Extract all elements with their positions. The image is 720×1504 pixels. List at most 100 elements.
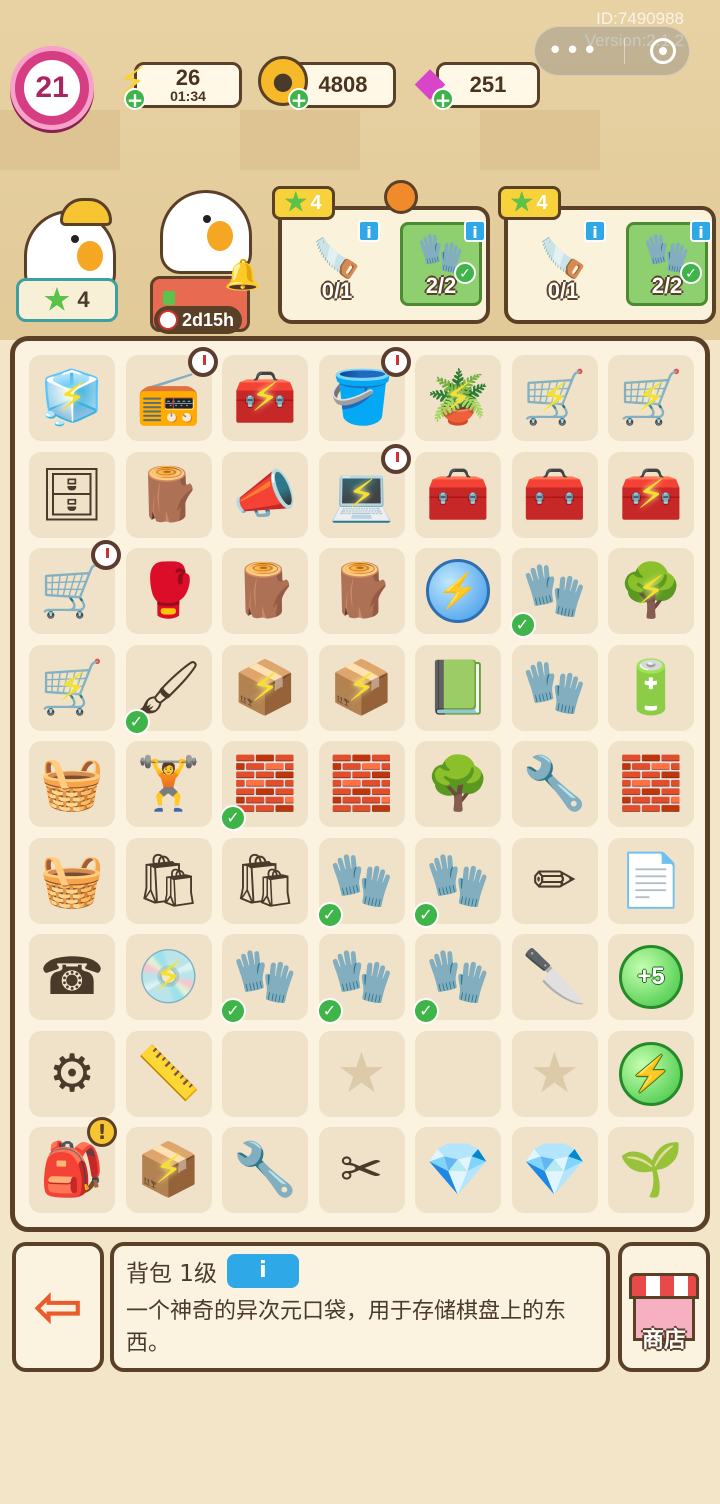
board-cell[interactable]: 📣	[222, 451, 308, 538]
bricks-icon: 🧱	[329, 754, 394, 814]
board-cell[interactable]: ⚡	[415, 548, 501, 634]
box-charged-icon: 📦	[232, 657, 298, 718]
board-cell[interactable]: ★	[511, 1030, 598, 1117]
info-icon[interactable]: i	[464, 220, 486, 242]
player-level-badge[interactable]: 21	[10, 46, 94, 130]
board-cell[interactable]: ⚡	[608, 1030, 694, 1117]
board-cell[interactable]: 🧤 ✓	[413, 934, 501, 1024]
board-cell[interactable]: 🧺	[29, 837, 115, 924]
order-reward-tag-1: ★ 4	[272, 186, 335, 220]
add-gems-button[interactable]: +	[432, 88, 454, 110]
close-target-icon[interactable]	[650, 38, 677, 64]
board-cell[interactable]: 🧤	[511, 644, 598, 731]
board-cell[interactable]: 🥊	[125, 548, 212, 634]
more-icon[interactable]: •••	[547, 38, 599, 64]
board-cell[interactable]	[415, 1030, 501, 1117]
board-cell[interactable]: 📏	[125, 1030, 212, 1117]
check-icon: ✓	[509, 612, 536, 638]
board-cell[interactable]: 🌳	[608, 548, 694, 634]
cart-full-icon: 🛒	[618, 368, 684, 428]
add-coins-button[interactable]: +	[288, 88, 310, 110]
board-cell[interactable]: 💎	[415, 1127, 501, 1213]
board-cell[interactable]: 🛒	[608, 355, 694, 441]
glove-icon: 🧤	[522, 657, 587, 718]
shop-label: 商店	[641, 1328, 686, 1353]
board-cell[interactable]: 📦	[125, 1127, 212, 1213]
board-cell[interactable]: 🖌 ✓	[123, 644, 212, 735]
board-cell[interactable]: 🧰	[511, 451, 598, 538]
board-cell[interactable]: 🪵	[318, 548, 405, 634]
board-cell[interactable]: 🧱	[318, 741, 405, 827]
add-energy-button[interactable]: +	[124, 88, 146, 110]
timer-icon	[380, 443, 411, 474]
order-card-2[interactable]: 🪚 0/1 i 🧤 2/2 i ✓	[504, 206, 716, 324]
board-cell[interactable]: 🧤 ✓	[413, 837, 501, 928]
board-cell[interactable]: 🪵	[125, 451, 212, 538]
board-cell[interactable]: 🪣	[318, 347, 411, 441]
info-icon[interactable]: i	[358, 220, 380, 242]
exit-button[interactable]: ⇦	[12, 1242, 104, 1372]
board-cell[interactable]: 🏋	[125, 741, 212, 827]
board-cell[interactable]: 🔧	[511, 741, 598, 827]
board-cell[interactable]: 🌱	[608, 1127, 694, 1213]
board-cell[interactable]: 🧤 ✓	[509, 548, 598, 638]
board-cell[interactable]: 🧰	[608, 451, 694, 538]
board-cell[interactable]: 📄	[608, 837, 694, 924]
board-cell[interactable]: 🗄	[29, 451, 115, 538]
board-cell[interactable]: 🧤 ✓	[316, 837, 405, 928]
board-cell[interactable]: ☎	[29, 934, 115, 1020]
board-cell[interactable]: 🧱 ✓	[220, 741, 308, 831]
board-cell[interactable]: 💻	[318, 443, 411, 538]
stump-icon: 🪵	[136, 464, 201, 525]
board-cell[interactable]: 🧰	[415, 451, 501, 538]
board-cell[interactable]: 🔧	[222, 1127, 308, 1213]
board-cell[interactable]: 🪴	[415, 355, 501, 441]
megaphone-icon: 📣	[232, 464, 298, 525]
board-cell[interactable]: 🎒!	[29, 1117, 117, 1213]
board-cell[interactable]: 💿	[125, 934, 212, 1020]
merge-board[interactable]: 🧊📻🧰🪣🪴🛒🛒🗄🪵📣💻🧰🧰🧰🛒🥊🪵🪵⚡🧤✓🌳🛒🖌✓📦📦📗🧤🔋🧺🏋🧱✓🧱🌳🔧🧱🧺🛍…	[10, 336, 710, 1232]
shop-button[interactable]: 商店	[618, 1242, 710, 1372]
pliers-icon: ✂	[339, 1140, 384, 1200]
phone-icon: ☎	[39, 947, 105, 1007]
info-icon[interactable]: i	[584, 220, 606, 242]
capsule-divider	[624, 38, 626, 64]
board-cell[interactable]: 🌳	[415, 741, 501, 827]
board-cell[interactable]: 🧰	[222, 355, 308, 441]
board-cell[interactable]: 🛍	[222, 837, 308, 924]
energy-bubble-icon[interactable]: ⚡	[426, 559, 490, 623]
board-cell[interactable]: 🧤 ✓	[220, 934, 308, 1024]
energy-bubble-icon[interactable]: ⚡	[619, 1041, 683, 1106]
board-cell[interactable]: 🛍	[125, 837, 212, 924]
item-info-button[interactable]: i	[226, 1254, 299, 1288]
radio-icon: 📻	[136, 368, 201, 428]
board-cell[interactable]: 🧺	[29, 741, 115, 827]
board-cell[interactable]: 🧊	[29, 355, 115, 441]
board-cell[interactable]: 📗	[415, 644, 501, 731]
board-cell[interactable]: 🛒	[29, 644, 115, 731]
board-cell[interactable]: 📦	[222, 644, 308, 731]
board-cell[interactable]: 💎	[511, 1127, 598, 1213]
board-cell[interactable]: 📻	[125, 347, 218, 441]
board-cell[interactable]: 📦	[318, 644, 405, 731]
order-card-1[interactable]: 🪚 0/1 i 🧤 2/2 i ✓	[278, 206, 490, 324]
gem-value: 251	[469, 72, 507, 97]
board-cell[interactable]: ✂	[318, 1127, 405, 1213]
mini-program-capsule[interactable]: •••	[534, 26, 690, 76]
glove-icon: 🧤	[425, 850, 491, 911]
board-cell[interactable]: ★	[318, 1030, 405, 1117]
board-cell[interactable]	[222, 1030, 308, 1117]
board-cell[interactable]: 🔋	[608, 644, 694, 731]
board-cell[interactable]: 🧱	[608, 741, 694, 827]
board-cell[interactable]: ✏	[511, 837, 598, 924]
board-cell[interactable]: 🧤 ✓	[316, 934, 405, 1024]
board-cell[interactable]: 🛒	[29, 540, 121, 634]
board-cell[interactable]: 🪵	[222, 548, 308, 634]
board-cell[interactable]: 🛒	[511, 355, 598, 441]
board-cell[interactable]: 🔪	[511, 934, 598, 1020]
board-cell[interactable]: +5	[608, 934, 694, 1020]
info-icon[interactable]: i	[690, 220, 712, 242]
board-cell[interactable]: ⚙	[29, 1030, 115, 1117]
bonus-bubble-icon[interactable]: +5	[619, 945, 683, 1009]
duck-beak	[77, 241, 103, 271]
